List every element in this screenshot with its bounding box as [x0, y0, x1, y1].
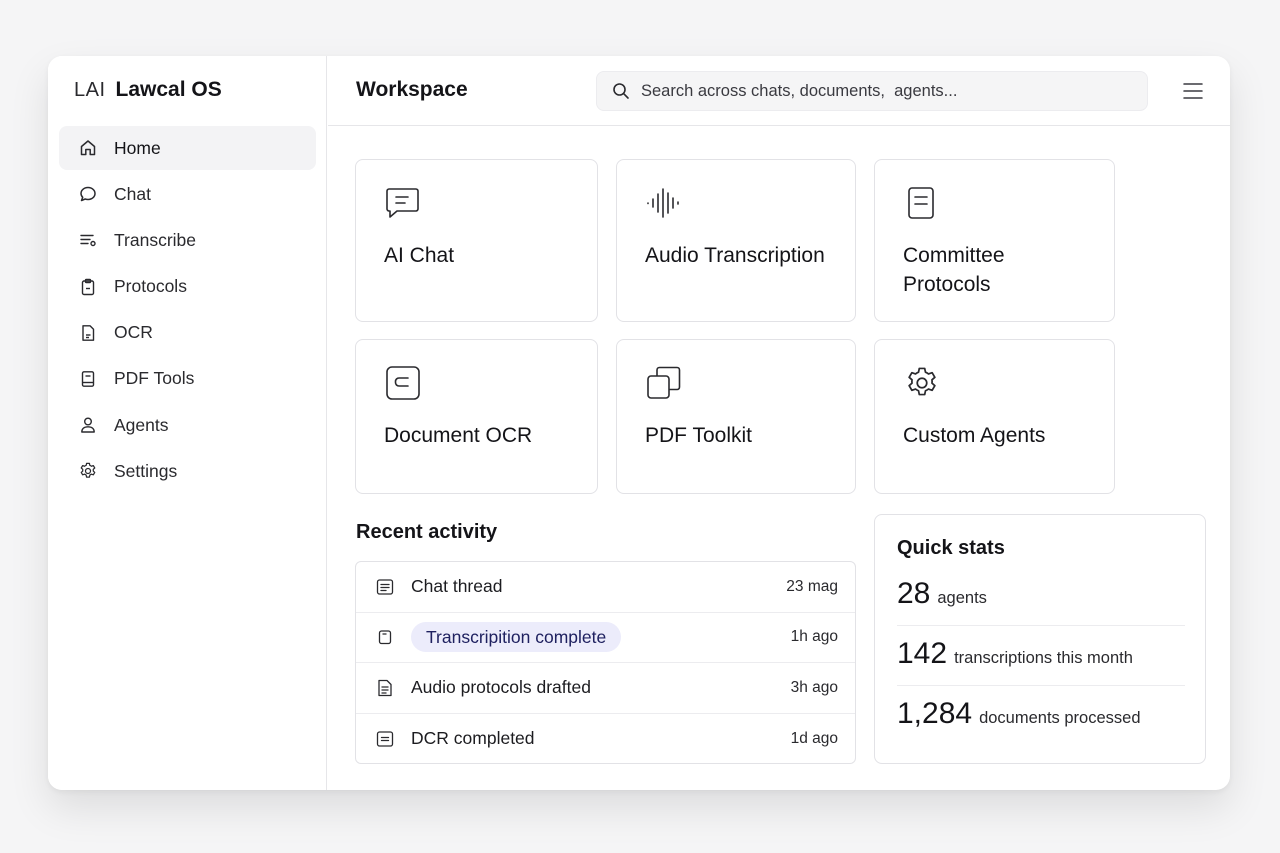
search-bar[interactable]	[596, 71, 1148, 111]
card-title: Custom Agents	[903, 424, 1046, 447]
brand-name: Lawcal OS	[115, 78, 222, 101]
search-input[interactable]	[641, 81, 1121, 101]
sidebar-item-label: Chat	[114, 183, 151, 204]
stat-label: transcriptions this month	[954, 649, 1133, 667]
text-file-icon	[375, 577, 395, 597]
activity-time: 3h ago	[790, 678, 838, 696]
card-committee-protocols[interactable]: Committee Protocols	[874, 159, 1115, 322]
sidebar-item-protocols[interactable]: Protocols	[59, 265, 316, 309]
stat-agents: 28 agents	[897, 577, 1185, 611]
audio-waveform-icon	[645, 184, 683, 222]
brand-logo-mark: LAI	[74, 79, 106, 101]
small-file-icon	[375, 627, 395, 647]
activity-row[interactable]: Audio protocols drafted 3h ago	[356, 663, 855, 714]
sidebar-item-pdf-tools[interactable]: PDF Tools	[59, 357, 316, 401]
card-title: PDF Toolkit	[645, 424, 752, 447]
sidebar-item-label: Agents	[114, 414, 169, 435]
stat-label: agents	[937, 589, 987, 607]
stat-label: documents processed	[979, 709, 1141, 727]
activity-time: 1h ago	[790, 628, 838, 646]
text-file-icon	[375, 729, 395, 749]
activity-title: DCR completed	[411, 728, 535, 749]
document-icon	[375, 678, 395, 698]
chat-bubble-icon	[78, 184, 98, 204]
gear-icon	[78, 461, 98, 481]
card-pdf-toolkit[interactable]: PDF Toolkit	[616, 339, 856, 494]
pdf-file-icon	[78, 369, 98, 389]
activity-row[interactable]: Chat thread 23 mag	[356, 562, 855, 613]
page-title: Workspace	[356, 78, 468, 101]
sidebar-item-label: OCR	[114, 322, 153, 343]
card-title: Committee Protocols	[903, 244, 1005, 296]
home-icon	[78, 138, 98, 158]
copy-stack-icon	[645, 364, 683, 402]
activity-title-highlight: Transcripition complete	[411, 621, 791, 652]
document-lines-icon	[903, 184, 941, 222]
sidebar: LAI Lawcal OS Home Chat Transcribe Proto…	[48, 56, 327, 790]
stat-value: 28	[897, 577, 931, 610]
sidebar-item-label: Settings	[114, 460, 178, 481]
chat-message-icon	[384, 184, 422, 222]
document-icon	[78, 323, 98, 343]
stat-transcriptions: 142 transcriptions this month	[897, 637, 1185, 671]
quick-stats-title: Quick stats	[897, 537, 1005, 559]
card-title: AI Chat	[384, 244, 455, 267]
recent-activity-list: Chat thread 23 mag Transcripition comple…	[355, 561, 856, 764]
search-icon	[613, 83, 629, 99]
activity-title: Audio protocols drafted	[411, 677, 591, 698]
activity-time: 1d ago	[790, 729, 838, 747]
sidebar-item-label: Transcribe	[114, 229, 197, 250]
card-title: Document OCR	[384, 424, 533, 447]
card-document-ocr[interactable]: Document OCR	[355, 339, 598, 494]
divider	[897, 685, 1185, 686]
activity-row[interactable]: Transcripition complete 1h ago	[356, 613, 855, 663]
card-audio-transcription[interactable]: Audio Transcription	[616, 159, 856, 322]
card-title: Audio Transcription	[645, 244, 825, 267]
sidebar-item-transcribe[interactable]: Transcribe	[59, 218, 316, 262]
sidebar-nav: Home Chat Transcribe Protocols OCR PDF T…	[59, 126, 316, 496]
divider	[897, 625, 1185, 626]
sidebar-item-chat[interactable]: Chat	[59, 172, 316, 216]
app-window: LAI Lawcal OS Home Chat Transcribe Proto…	[48, 56, 1230, 790]
activity-title: Chat thread	[411, 576, 503, 597]
quick-stats-panel: Quick stats 28 agents 142 transcriptions…	[874, 514, 1206, 764]
stat-documents: 1,284 documents processed	[897, 697, 1185, 731]
recent-activity-title: Recent activity	[356, 521, 498, 543]
status-pill: Transcripition complete	[411, 621, 622, 652]
hamburger-menu-icon[interactable]	[1182, 80, 1204, 102]
brand[interactable]: LAI Lawcal OS	[74, 78, 222, 102]
scan-frame-icon	[384, 364, 422, 402]
sidebar-item-agents[interactable]: Agents	[59, 403, 316, 447]
sidebar-item-label: Home	[114, 137, 161, 158]
sidebar-item-label: Protocols	[114, 276, 187, 297]
sidebar-item-ocr[interactable]: OCR	[59, 311, 316, 355]
sidebar-item-label: PDF Tools	[114, 368, 195, 389]
user-icon	[78, 415, 98, 435]
activity-row[interactable]: DCR completed 1d ago	[356, 714, 855, 764]
clipboard-icon	[78, 277, 98, 297]
card-ai-chat[interactable]: AI Chat	[355, 159, 598, 322]
transcribe-lines-icon	[78, 230, 98, 250]
gear-icon	[903, 364, 941, 402]
top-header: Workspace	[328, 56, 1230, 126]
activity-time: 23 mag	[786, 577, 838, 595]
card-custom-agents[interactable]: Custom Agents	[874, 339, 1115, 494]
sidebar-item-home[interactable]: Home	[59, 126, 316, 170]
stat-value: 1,284	[897, 697, 973, 730]
sidebar-item-settings[interactable]: Settings	[59, 449, 316, 493]
stat-value: 142	[897, 637, 948, 670]
